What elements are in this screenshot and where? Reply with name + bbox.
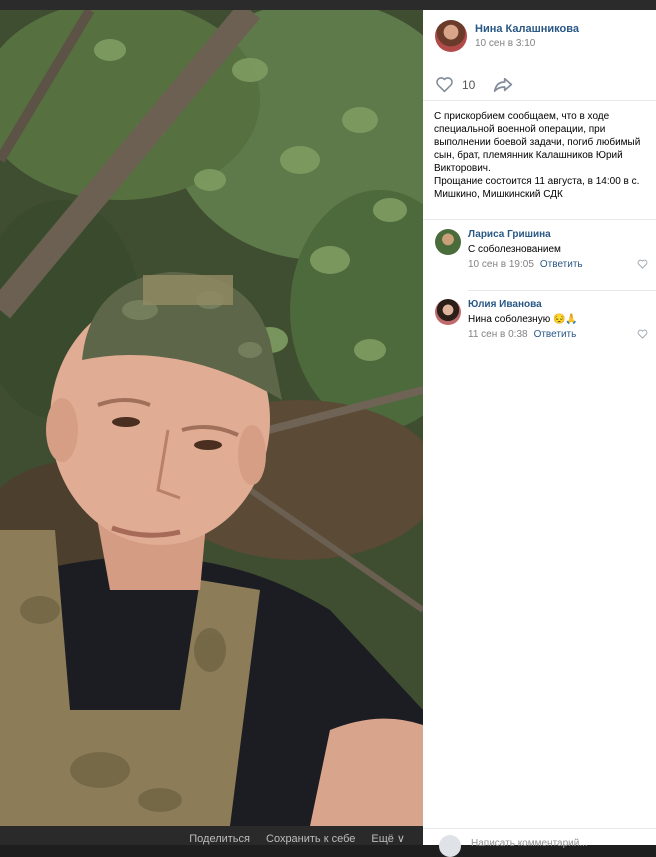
author-avatar[interactable] <box>435 20 467 52</box>
comment-text: Нина соболезную 😔🙏 <box>468 314 578 325</box>
heart-icon[interactable] <box>637 259 648 269</box>
post-paragraph: Прощание состоится 11 августа, в 14:00 в… <box>434 176 640 200</box>
post-date[interactable]: 10 сен в 3:10 <box>475 38 535 49</box>
commenter-avatar[interactable] <box>435 299 461 325</box>
like-button[interactable]: 10 <box>435 76 475 93</box>
like-count: 10 <box>462 77 476 92</box>
post-paragraph: С прискорбием сообщаем, что в ходе специ… <box>434 111 641 174</box>
save-photo-link[interactable]: Сохранить к себе <box>266 833 355 845</box>
divider <box>423 219 656 220</box>
comment-compose: Написать комментарий... <box>423 828 656 857</box>
viewer-top-bar <box>0 0 656 10</box>
photo-viewer: Поделиться Сохранить к себе Ещё ∨ Нина К… <box>0 0 656 857</box>
post-sidebar: Нина Калашникова 10 сен в 3:10 10 С прис… <box>423 10 656 857</box>
reply-link[interactable]: Ответить <box>534 329 577 340</box>
photo-illustration <box>0 10 423 826</box>
comment-date[interactable]: 11 сен в 0:38 <box>468 329 528 340</box>
divider <box>468 290 656 291</box>
post-text: С прискорбием сообщаем, что в ходе специ… <box>434 110 649 201</box>
photo-actions: Поделиться Сохранить к себе Ещё ∨ <box>189 826 405 845</box>
comment-meta: 11 сен в 0:38 Ответить <box>468 329 576 340</box>
commenter-avatar[interactable] <box>435 229 461 255</box>
share-photo-link[interactable]: Поделиться <box>189 833 250 845</box>
comment-input[interactable]: Написать комментарий... <box>471 838 588 849</box>
current-user-avatar <box>439 835 461 857</box>
photo-action-bar: Поделиться Сохранить к себе Ещё ∨ <box>0 826 423 845</box>
comment-meta: 10 сен в 19:05 Ответить <box>468 259 583 270</box>
share-icon[interactable] <box>493 76 513 93</box>
commenter-name[interactable]: Лариса Гришина <box>468 229 551 240</box>
comment-text: С соболезнованием <box>468 244 561 255</box>
post-photo[interactable] <box>0 10 423 826</box>
heart-icon <box>436 77 453 93</box>
more-link[interactable]: Ещё ∨ <box>371 833 405 845</box>
author-name[interactable]: Нина Калашникова <box>475 23 579 35</box>
commenter-name[interactable]: Юлия Иванова <box>468 299 542 310</box>
reply-link[interactable]: Ответить <box>540 259 583 270</box>
heart-icon[interactable] <box>637 329 648 339</box>
comment-date[interactable]: 10 сен в 19:05 <box>468 259 534 270</box>
divider <box>423 100 656 101</box>
